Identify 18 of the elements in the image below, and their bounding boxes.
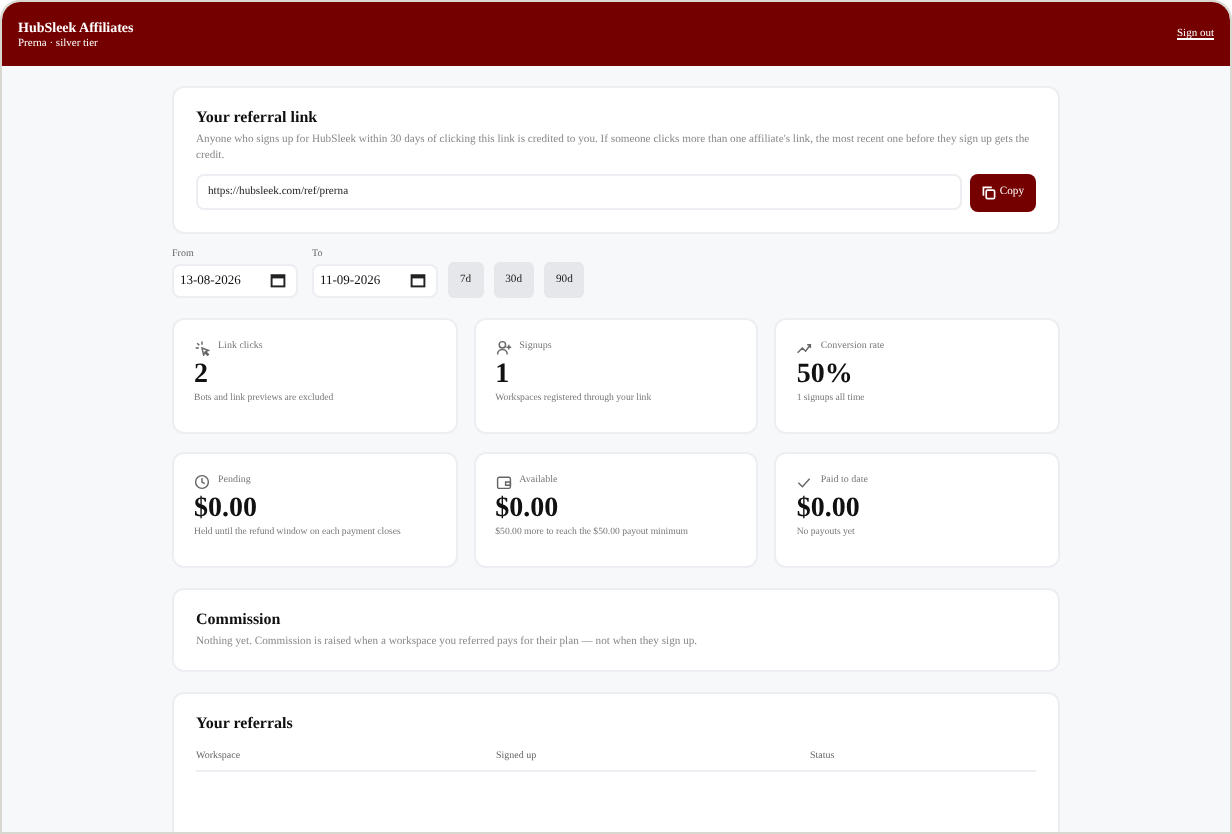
- stat-value: 2: [194, 359, 210, 391]
- user-plus-icon: [495, 339, 512, 356]
- stat-value: 1: [495, 359, 512, 391]
- stat-value: $0.00: [495, 493, 561, 525]
- stat-value: 50%: [796, 359, 855, 391]
- card-title: Your referral link: [196, 108, 320, 126]
- calendar-icon: [410, 272, 426, 289]
- calendar-icon: [270, 272, 286, 289]
- check-icon: [796, 473, 813, 490]
- cursor-click-icon: [194, 339, 210, 356]
- card-title: Your referrals: [196, 714, 295, 733]
- wallet-icon: [495, 473, 512, 490]
- trending-up-icon: [796, 339, 813, 356]
- stat-value: $0.00: [796, 493, 862, 525]
- card-title: Commission: [196, 609, 283, 628]
- clock-icon: [194, 473, 210, 490]
- stat-value: $0.00: [194, 493, 259, 525]
- copy-icon: [981, 185, 996, 200]
